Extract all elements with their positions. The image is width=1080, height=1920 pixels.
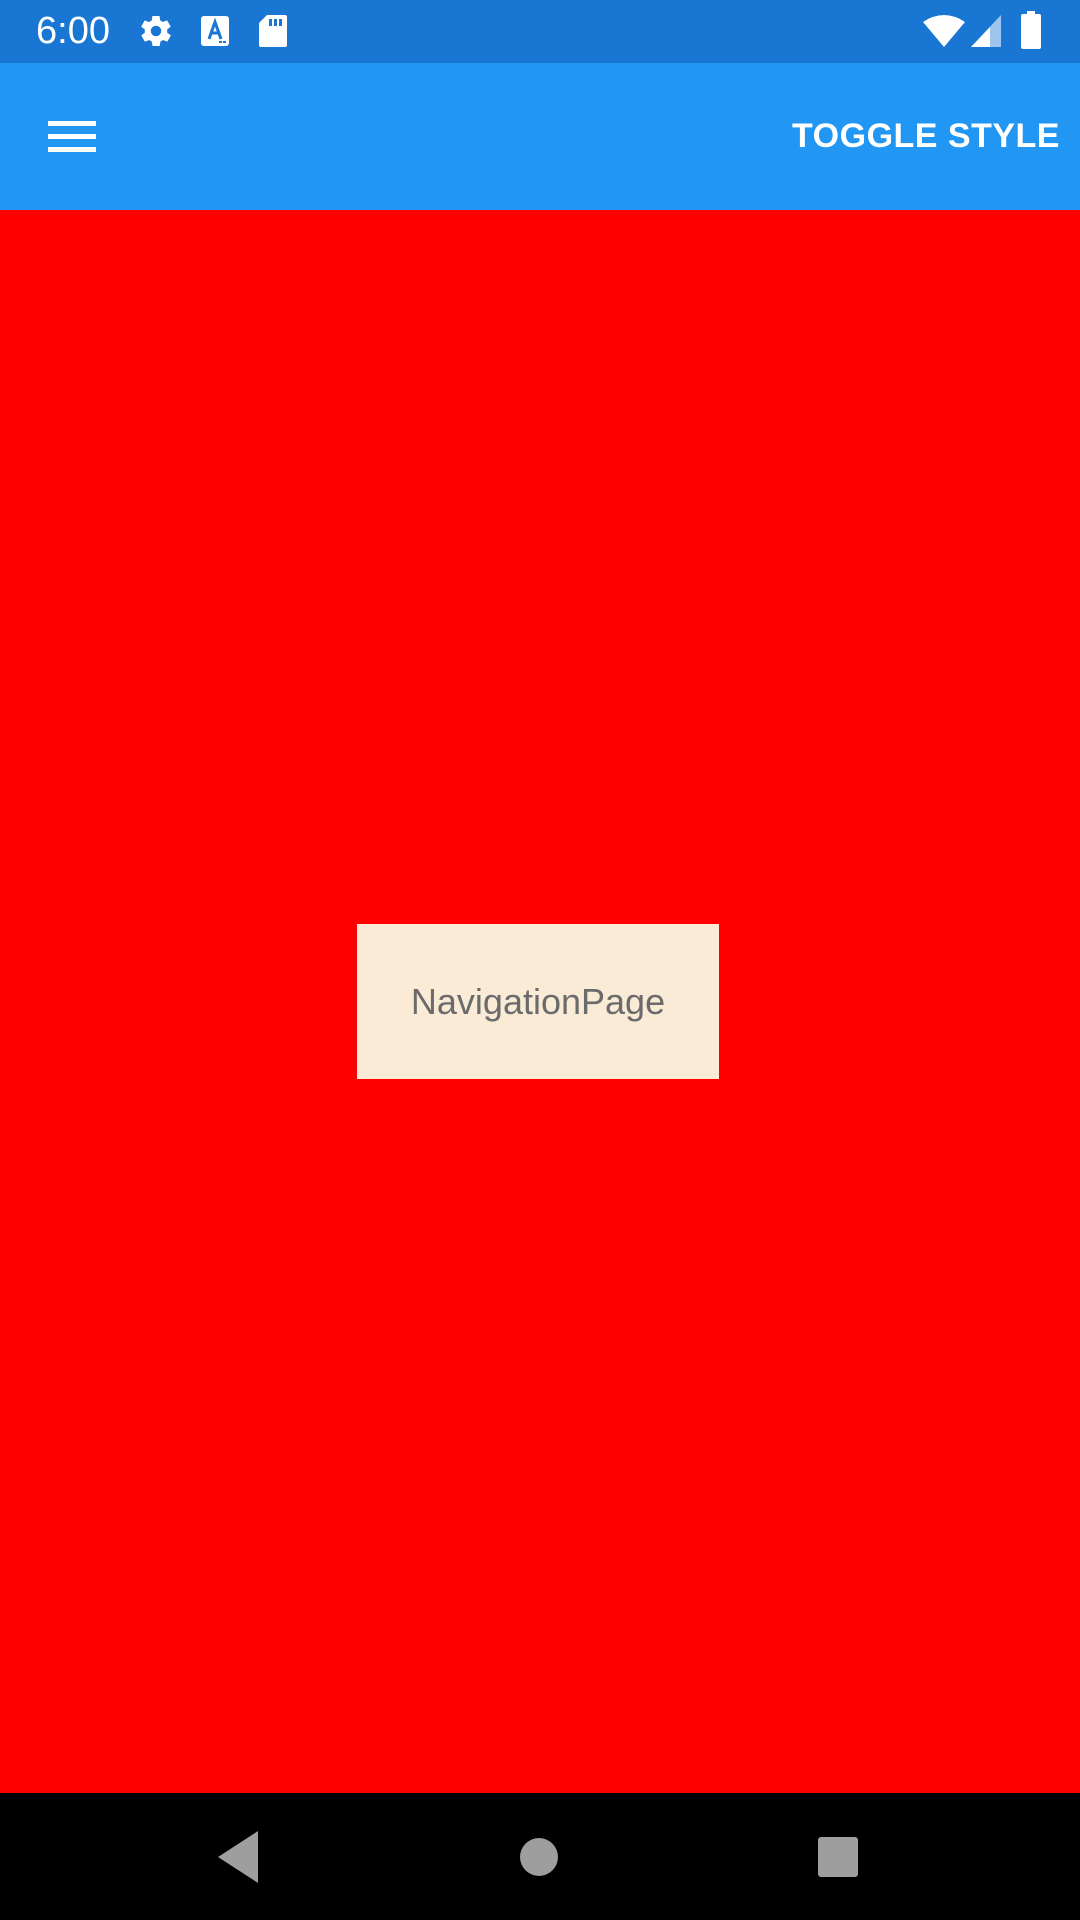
- font-a-icon: [201, 16, 229, 46]
- toggle-style-button[interactable]: TOGGLE STYLE: [792, 103, 1060, 169]
- gear-icon: [141, 15, 171, 47]
- navigation-page-label: NavigationPage: [410, 980, 666, 1022]
- back-triangle-icon[interactable]: [202, 1821, 274, 1893]
- recents-square-icon[interactable]: [802, 1821, 874, 1893]
- battery-icon: [1021, 11, 1041, 49]
- status-time: 6:00: [36, 10, 110, 52]
- sd-card-icon: [259, 15, 287, 47]
- cell-signal-icon: [971, 15, 1001, 47]
- status-bar: 6:00: [0, 0, 1080, 63]
- navigation-page-label-box: NavigationPage: [357, 924, 719, 1079]
- wifi-icon: [923, 15, 965, 47]
- screen: 6:00 TOGGLE STYLE NavigationPage: [0, 0, 1080, 1920]
- hamburger-menu-icon[interactable]: [30, 100, 114, 172]
- content-area: NavigationPage: [0, 210, 1080, 1793]
- system-nav-bar: [0, 1793, 1080, 1920]
- home-circle-icon[interactable]: [503, 1821, 575, 1893]
- app-bar: TOGGLE STYLE: [0, 63, 1080, 210]
